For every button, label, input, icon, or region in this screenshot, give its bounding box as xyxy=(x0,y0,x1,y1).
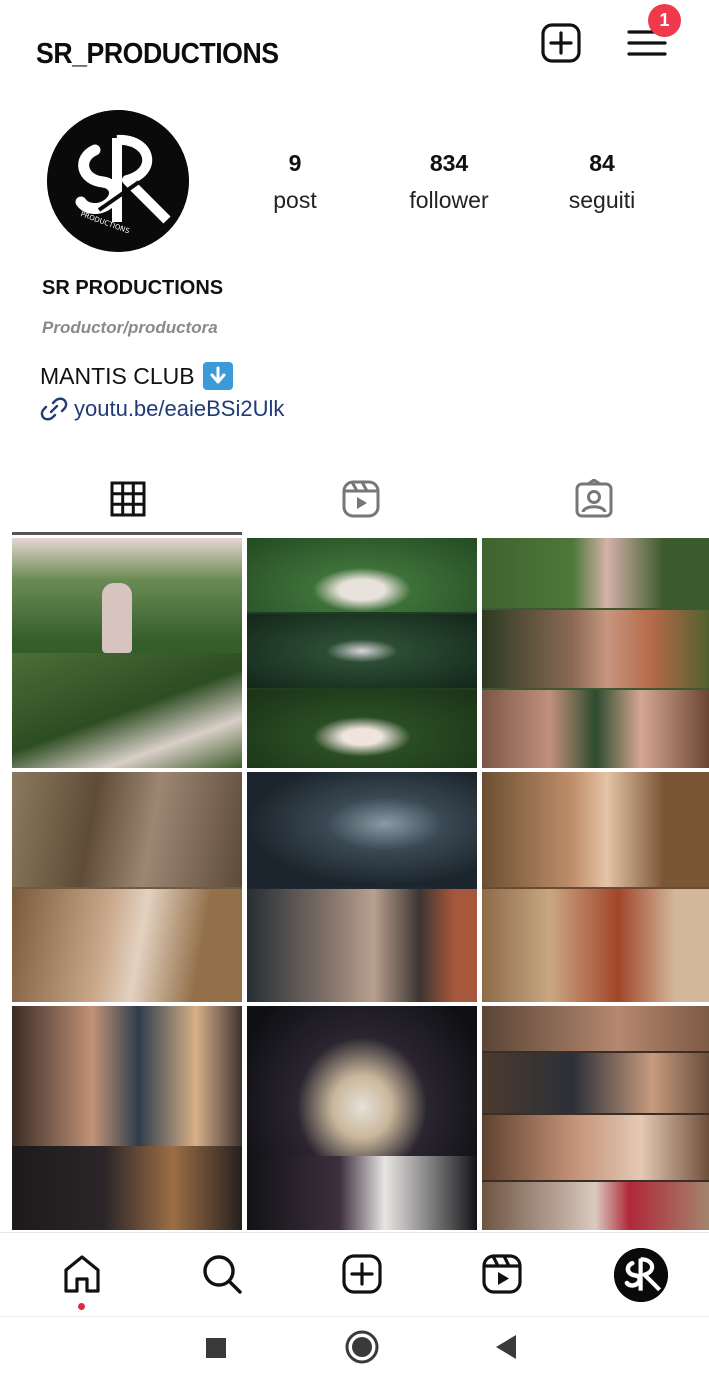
reels-icon xyxy=(342,480,380,518)
active-tab-indicator xyxy=(12,532,242,535)
followers-stat[interactable]: 834 follower xyxy=(374,150,524,214)
link-icon xyxy=(40,397,68,421)
profile-full-name: SR PRODUCTIONS xyxy=(42,277,224,299)
post-thumbnail[interactable] xyxy=(247,1006,477,1230)
followers-count: 834 xyxy=(429,150,469,176)
post-thumbnail[interactable] xyxy=(247,538,477,768)
post-grid xyxy=(12,538,709,1230)
profile-link[interactable]: youtu.be/eaieBSi2Ulk xyxy=(40,396,284,422)
recents-button[interactable] xyxy=(205,1337,227,1364)
following-label: seguiti xyxy=(568,187,636,213)
home-icon xyxy=(64,1255,100,1293)
reels-icon xyxy=(482,1254,522,1294)
profile-avatar xyxy=(614,1248,668,1302)
nav-search[interactable] xyxy=(197,1249,247,1299)
post-thumbnail[interactable] xyxy=(12,1006,242,1230)
grid-icon xyxy=(110,481,146,517)
followers-label: follower xyxy=(409,187,489,213)
tagged-icon xyxy=(575,479,613,518)
nav-home[interactable] xyxy=(57,1249,107,1299)
posts-label: post xyxy=(273,187,317,213)
bio-text: MANTIS CLUB xyxy=(40,362,195,389)
top-bar: SR_PRODUCTIONS 1 xyxy=(0,0,709,100)
profile-tabs xyxy=(12,462,709,536)
posts-stat[interactable]: 9 post xyxy=(220,150,370,214)
bottom-navigation xyxy=(0,1232,709,1316)
post-thumbnail[interactable] xyxy=(12,538,242,768)
create-icon xyxy=(342,1254,382,1294)
nav-reels[interactable] xyxy=(477,1249,527,1299)
profile-link-text: youtu.be/eaieBSi2Ulk xyxy=(74,396,285,421)
tab-reels[interactable] xyxy=(245,462,477,536)
system-navigation-bar xyxy=(0,1316,709,1373)
nav-active-dot xyxy=(78,1303,85,1310)
system-home-button[interactable] xyxy=(344,1329,380,1370)
post-thumbnail[interactable] xyxy=(482,772,709,1002)
following-count: 84 xyxy=(589,150,615,176)
post-thumbnail[interactable] xyxy=(12,772,242,1002)
following-stat[interactable]: 84 seguiti xyxy=(527,150,677,214)
sr-productions-logo xyxy=(614,1248,668,1302)
post-thumbnail[interactable] xyxy=(482,1006,709,1230)
back-triangle-icon xyxy=(496,1335,516,1359)
down-arrow-emoji xyxy=(202,362,233,390)
profile-stats: 9 post 834 follower 84 seguiti xyxy=(0,150,709,230)
plus-square-icon xyxy=(541,23,581,63)
profile-category: Productor/productora xyxy=(42,318,218,337)
tab-grid[interactable] xyxy=(12,462,244,536)
home-circle-icon xyxy=(345,1330,379,1364)
nav-create[interactable] xyxy=(337,1249,387,1299)
profile-bio: MANTIS CLUB xyxy=(40,362,233,390)
post-thumbnail[interactable] xyxy=(247,772,477,1002)
search-icon xyxy=(203,1255,242,1294)
tab-tagged[interactable] xyxy=(478,462,709,536)
post-thumbnail[interactable] xyxy=(482,538,709,768)
nav-profile[interactable] xyxy=(613,1247,669,1303)
notification-badge: 1 xyxy=(648,4,681,37)
new-post-button[interactable] xyxy=(540,22,582,64)
system-back-button[interactable] xyxy=(494,1334,518,1365)
profile-username[interactable]: SR_PRODUCTIONS xyxy=(36,38,279,71)
recents-square-icon xyxy=(206,1338,226,1358)
posts-count: 9 xyxy=(288,150,302,176)
